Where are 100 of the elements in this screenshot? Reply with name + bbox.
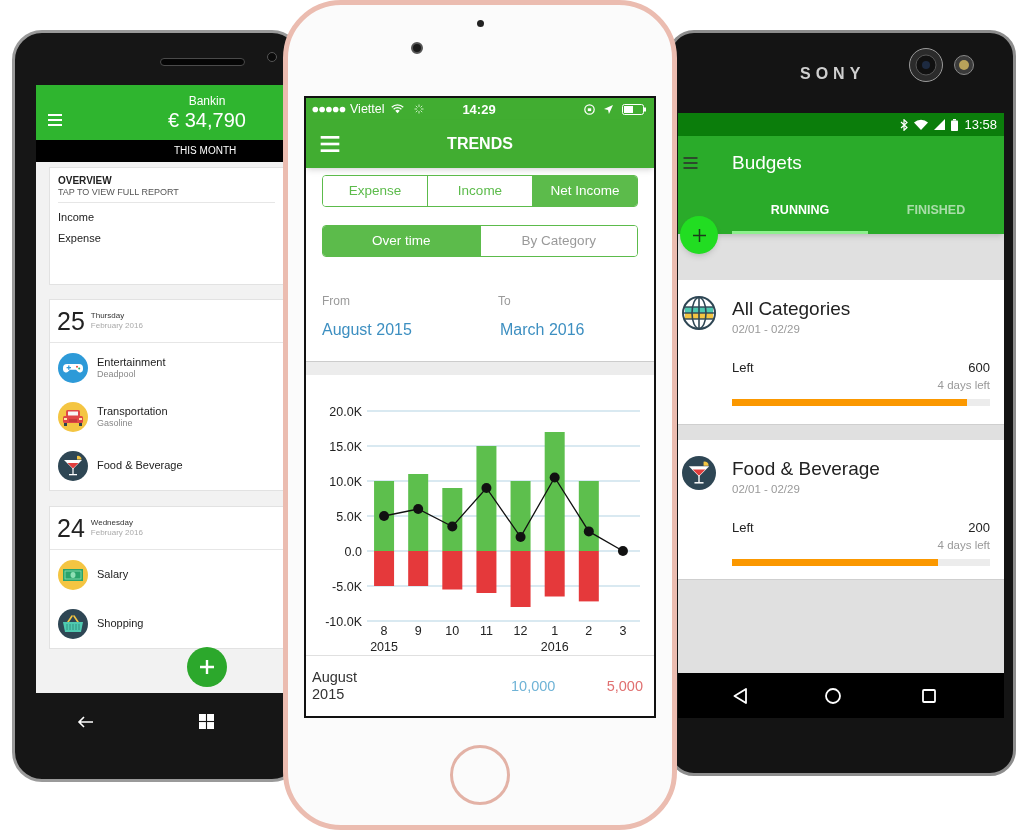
expense-bar [544,551,565,597]
to-date-picker[interactable]: March 2016 [500,320,585,340]
data-point [549,472,560,483]
proximity-sensor [476,20,484,27]
menu-icon[interactable] [683,157,698,169]
transaction-row[interactable]: Salary [50,550,283,599]
income-bar [510,481,531,551]
x-axis-label: 3 [619,624,627,638]
tiles-icon[interactable] [199,714,214,729]
recent-apps-icon[interactable] [922,688,936,703]
budget-tab[interactable]: FINISHED [868,190,1004,234]
transaction-row[interactable]: Shopping [50,599,283,648]
amount-left: 200 [968,521,990,535]
transaction-note: Gasoline [97,417,133,429]
year-label: 2016 [540,640,569,654]
data-point [515,532,526,542]
year-label: 2015 [370,640,398,654]
category-name: Food & Beverage [97,459,183,472]
x-axis-label: 12 [513,624,528,638]
income-bar [374,481,395,551]
segment-tab[interactable]: Net Income [532,176,637,206]
data-point [481,483,492,493]
transaction-note: Deadpool [97,368,136,380]
screen-title: Budgets [732,152,802,174]
budget-card[interactable]: All Categories 02/01 - 02/29 Left 600 4 days left [678,280,1004,425]
menu-icon[interactable] [320,136,340,152]
income-bar [578,481,599,551]
transaction-row[interactable]: Transportation Gasoline [50,392,283,441]
weekday-label: Thursday [90,311,125,321]
signal-icon [934,119,946,130]
y-axis-label: 10.0K [329,474,362,489]
front-camera [267,52,277,62]
bluetooth-icon [900,118,909,131]
menu-icon[interactable] [48,114,62,126]
expense-bar [578,551,599,602]
x-axis-label: 2 [585,624,593,638]
plus-icon [200,660,214,674]
cocktail-glass-icon [58,450,88,481]
y-axis-label: -5.0K [332,579,362,594]
data-point [583,526,594,537]
front-camera [411,42,423,54]
budget-card[interactable]: Food & Beverage 02/01 - 02/29 Left 200 4 days left [678,440,1004,580]
home-button[interactable] [450,745,510,805]
overview-subtitle: TAP TO VIEW FULL REPORT [58,187,179,198]
location-arrow-icon [604,104,613,114]
battery-icon [951,118,959,131]
budget-name: Food & Beverage [732,458,880,480]
home-icon[interactable] [825,687,841,704]
month-label: February 2016 [90,321,143,331]
summary-period: August 2015 [312,669,359,703]
period-label: THIS MONTH [174,145,237,157]
overview-row-label: Expense [58,232,101,245]
weekday-label: Wednesday [90,518,133,528]
x-axis-label: 9 [414,624,422,638]
wifi-icon [914,119,929,130]
overview-row-label: Income [58,211,95,224]
gamepad-icon [58,352,88,383]
from-label: From [322,294,350,308]
transaction-row[interactable]: Entertainment Deadpool [50,343,283,392]
car-icon [58,401,88,432]
expense-bar [408,551,429,586]
brand-logo: SONY [800,64,866,84]
category-name: Salary [97,568,129,581]
income-bar [442,488,463,551]
income-amount: 10,000 [511,677,556,695]
date-range: 02/01 - 02/29 [732,482,800,496]
budget-tab[interactable]: RUNNING [732,190,868,234]
balance-amount: € 34,790 [168,108,246,132]
to-label: To [498,294,511,308]
carrier-name: Viettel [350,101,385,117]
back-arrow-icon[interactable] [77,715,93,728]
add-button[interactable] [187,647,227,687]
segment-tab[interactable]: By Category [479,226,637,256]
segment-tab[interactable]: Over time [323,226,480,256]
budget-name: All Categories [732,298,851,320]
x-axis-label: 10 [445,624,460,638]
clock-time: 13:58 [964,117,997,132]
data-point [447,521,458,532]
screen-title: TRENDS [447,134,513,154]
add-button[interactable] [680,216,718,254]
back-icon[interactable] [733,687,747,704]
left-label: Left [732,521,754,535]
signal-dots-icon [312,105,346,113]
data-point [617,546,628,556]
y-axis-label: 20.0K [329,404,362,419]
expense-bar [442,551,463,590]
y-axis-label: 0.0 [344,544,362,559]
globe-icon [682,296,716,330]
category-name: Shopping [97,617,144,630]
month-label: February 2016 [90,528,143,538]
data-point [379,511,390,521]
from-date-picker[interactable]: August 2015 [322,320,412,340]
overview-card[interactable]: OVERVIEW TAP TO VIEW FULL REPORT Income Expense [49,167,284,285]
date-range: 02/01 - 02/29 [732,322,800,336]
transaction-row[interactable]: Food & Beverage [50,441,283,490]
battery-icon [622,103,646,115]
expense-bar [476,551,497,593]
wifi-icon [390,104,404,114]
clock-time: 14:29 [462,101,496,117]
overview-title: OVERVIEW [58,175,112,187]
